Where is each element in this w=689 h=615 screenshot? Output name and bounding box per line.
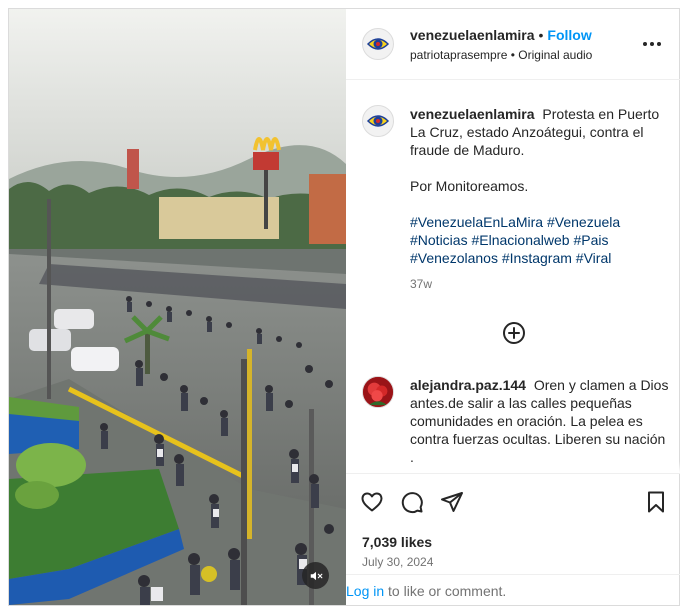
action-bar: 7,039 likes July 30, 2024 <box>346 473 680 573</box>
follow-button[interactable]: Follow <box>547 27 591 43</box>
hashtag-link[interactable]: #Viral <box>576 250 612 266</box>
hashtag-list: #VenezuelaEnLaMira #Venezuela #Noticias … <box>410 213 672 267</box>
eye-logo-icon <box>366 115 390 127</box>
comment-icon <box>401 492 423 514</box>
comment-button[interactable] <box>398 488 426 516</box>
separator-dot: • <box>538 27 544 43</box>
save-button[interactable] <box>642 488 670 516</box>
caption-text: venezuelaenlamira Protesta en Puerto La … <box>410 105 672 293</box>
comment-username[interactable]: alejandra.paz.144 <box>410 377 530 393</box>
rose-avatar-icon <box>363 377 393 407</box>
login-link[interactable]: Log in <box>346 583 384 599</box>
post-side-panel: venezuelaenlamira • Follow patriotaprasemp… <box>346 9 680 605</box>
login-prompt-text: to like or comment. <box>384 583 507 599</box>
muted-speaker-icon <box>310 571 322 580</box>
hashtag-link[interactable]: #VenezuelaEnLaMira <box>410 214 543 230</box>
share-button[interactable] <box>438 488 466 516</box>
caption-username[interactable]: venezuelaenlamira <box>410 106 538 122</box>
share-icon <box>441 492 463 512</box>
hashtag-link[interactable]: #Noticias <box>410 232 468 248</box>
post-video[interactable] <box>9 9 346 605</box>
like-button[interactable] <box>358 488 386 516</box>
comment-text: alejandra.paz.144 Oren y clamen a Dios a… <box>410 376 672 466</box>
likes-count[interactable]: 7,039 likes <box>362 534 432 550</box>
original-audio-link[interactable]: Original audio <box>518 48 592 62</box>
plus-circle-icon <box>503 322 525 344</box>
load-more-comments-button[interactable] <box>501 320 527 346</box>
post-header: venezuelaenlamira • Follow patriotaprasemp… <box>346 9 680 80</box>
more-horizontal-icon <box>643 42 661 46</box>
caption-body-2: Por Monitoreamos. <box>410 178 529 194</box>
header-title-line: venezuelaenlamira • Follow <box>410 27 592 43</box>
caption-timestamp[interactable]: 37w <box>410 275 672 293</box>
audio-line: patriotaprasempre • Original audio <box>410 48 592 62</box>
username-link[interactable]: venezuelaenlamira <box>410 27 535 43</box>
commenter-avatar[interactable] <box>362 376 394 408</box>
avatar[interactable] <box>362 105 394 137</box>
avatar[interactable] <box>362 28 394 60</box>
heart-icon <box>361 492 383 512</box>
post-date[interactable]: July 30, 2024 <box>362 555 433 569</box>
bookmark-icon <box>648 491 664 513</box>
comments-section[interactable]: venezuelaenlamira Protesta en Puerto La … <box>346 80 680 473</box>
hashtag-link[interactable]: #Venezolanos <box>410 250 498 266</box>
hashtag-link[interactable]: #Instagram <box>502 250 572 266</box>
more-options-button[interactable] <box>639 34 665 54</box>
login-prompt: Log in to like or comment. <box>346 574 680 605</box>
video-frame <box>9 9 346 605</box>
hashtag-link[interactable]: #Pais <box>573 232 608 248</box>
audio-separator: • <box>510 48 515 62</box>
mute-button[interactable] <box>302 562 329 589</box>
audio-user-link[interactable]: patriotaprasempre <box>410 48 507 62</box>
eye-logo-icon <box>366 38 390 50</box>
hashtag-link[interactable]: #Venezuela <box>547 214 620 230</box>
hashtag-link[interactable]: #Elnacionalweb <box>471 232 569 248</box>
post-card: venezuelaenlamira • Follow patriotaprasemp… <box>8 8 680 606</box>
scroll-fade <box>346 461 680 473</box>
